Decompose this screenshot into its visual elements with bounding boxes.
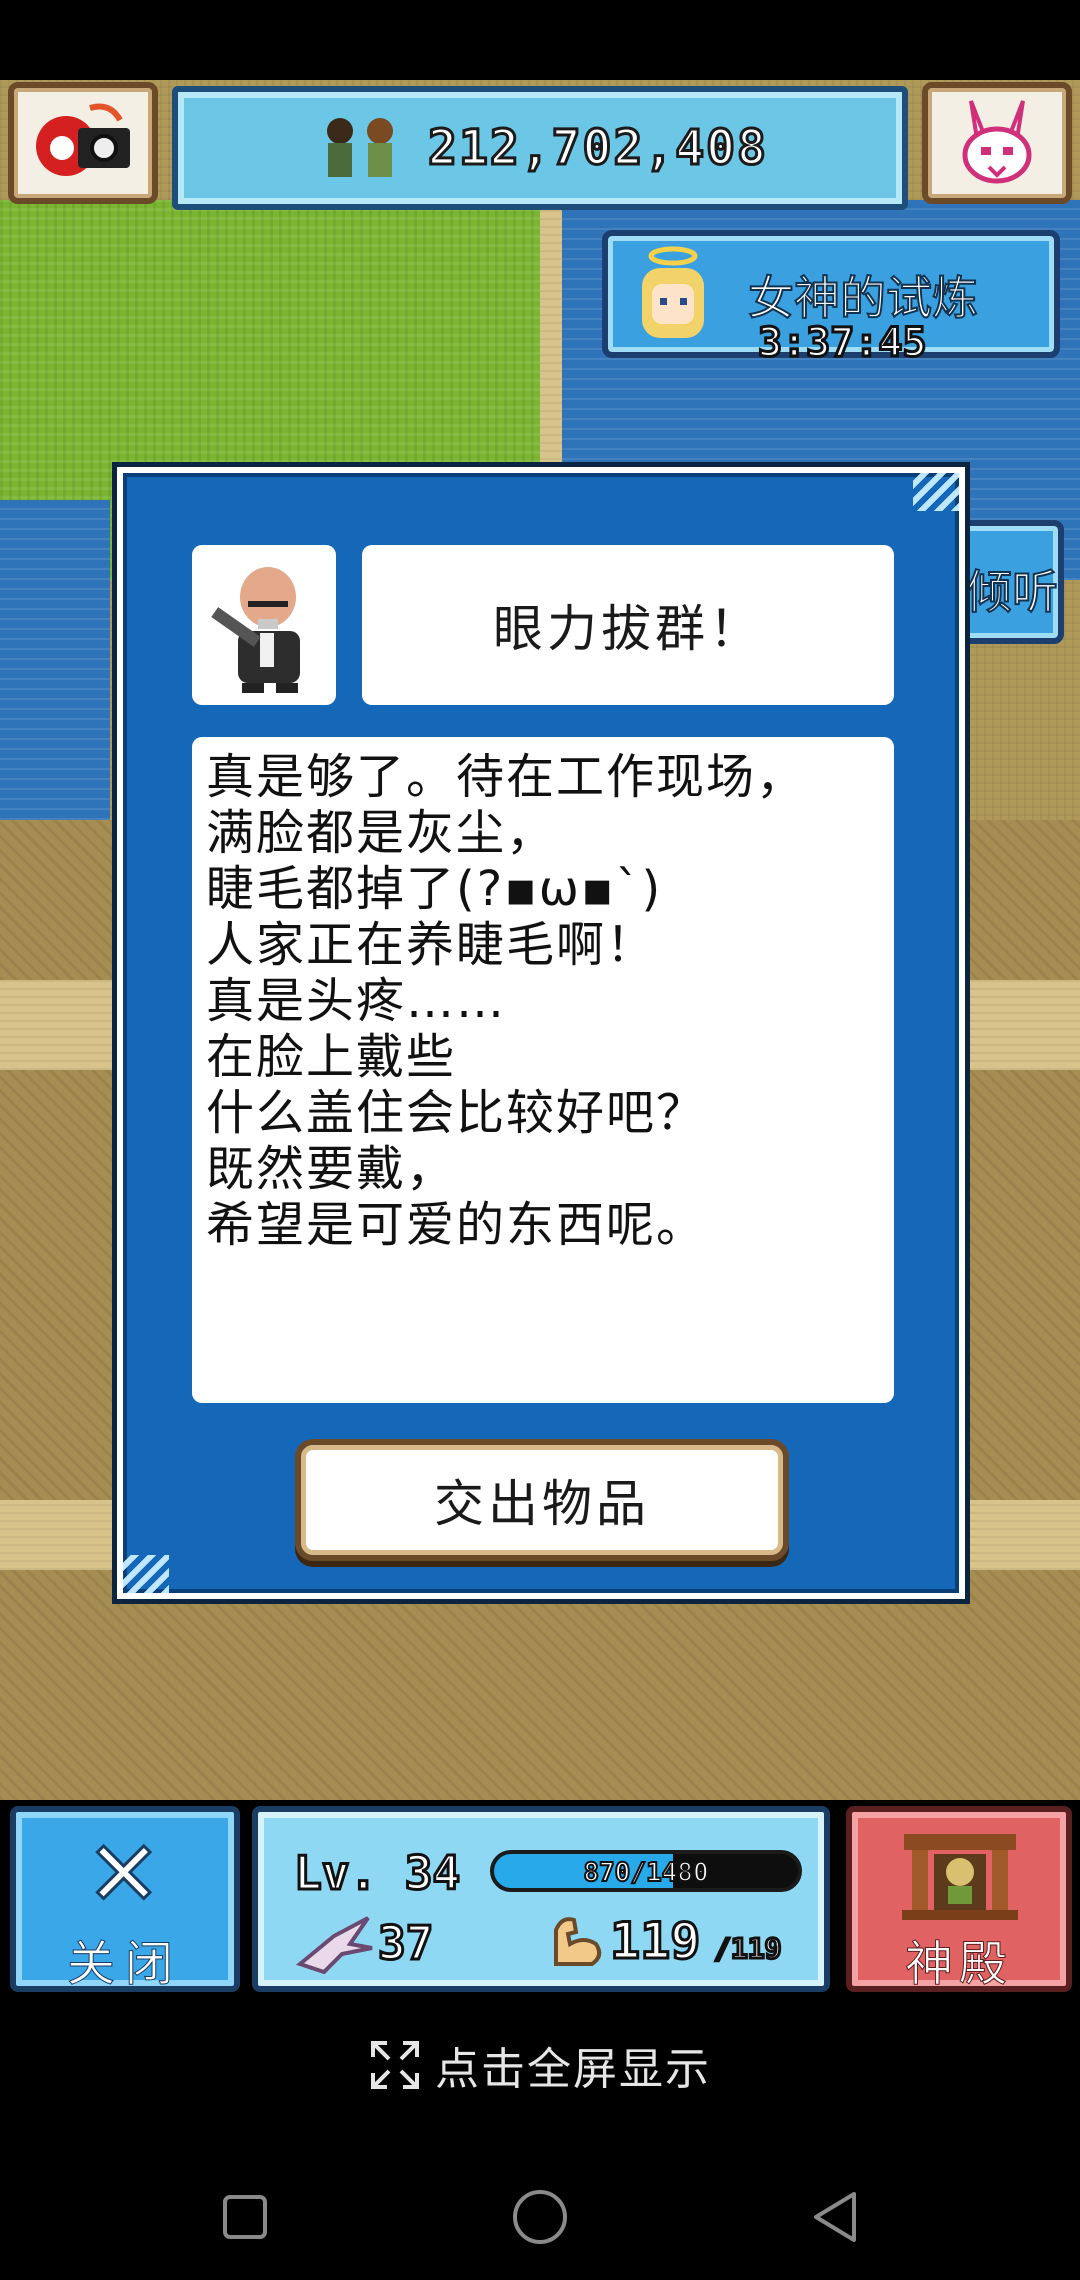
close-button[interactable]: ✕ 关闭 bbox=[10, 1806, 240, 1993]
listen-tab-label: 倾听 bbox=[965, 564, 1058, 620]
system-navigation-bar bbox=[0, 2150, 1080, 2280]
home-button[interactable] bbox=[505, 2182, 575, 2252]
message-line: 什么盖住会比较好吧？ bbox=[206, 1085, 707, 1141]
event-title: 女神的试炼 bbox=[747, 270, 979, 326]
message-line: 睫毛都掉了(?▪ω▪`) bbox=[206, 861, 663, 917]
flying-creature-icon bbox=[295, 1916, 373, 1974]
speed-value: 37 bbox=[376, 1915, 434, 1972]
fullscreen-hint-text: 点击全屏显示 bbox=[435, 2044, 711, 2095]
circle-icon bbox=[513, 2190, 567, 2244]
stamina-max: /119 bbox=[712, 1931, 782, 1967]
temple-label: 神殿 bbox=[904, 1936, 1013, 1993]
hand-over-item-label: 交出物品 bbox=[434, 1475, 650, 1533]
dialog-title: 眼力拔群！ bbox=[493, 600, 763, 658]
message-line: 真是够了。待在工作现场， bbox=[206, 749, 807, 805]
message-line: 人家正在养睫毛啊！ bbox=[206, 917, 657, 973]
river bbox=[0, 500, 110, 820]
hand-over-item-button[interactable]: 交出物品 bbox=[295, 1439, 789, 1561]
dialog-message: 真是够了。待在工作现场， 满脸都是灰尘， 睫毛都掉了(?▪ω▪`) 人家正在养睫… bbox=[192, 737, 894, 1403]
temple-button[interactable]: 神殿 bbox=[846, 1806, 1072, 1993]
quest-dialog: 眼力拔群！ 真是够了。待在工作现场， 满脸都是灰尘， 睫毛都掉了(?▪ω▪`) … bbox=[112, 462, 970, 1604]
npc-portrait bbox=[192, 545, 336, 705]
goddess-trial-event[interactable]: 女神的试炼 3:37:45 bbox=[602, 230, 1060, 368]
xp-bar: 870/1480 bbox=[490, 1850, 802, 1892]
message-line: 真是头疼…… bbox=[206, 973, 507, 1029]
dialog-title-box: 眼力拔群！ bbox=[362, 545, 894, 705]
back-button[interactable] bbox=[800, 2182, 870, 2252]
expand-icon bbox=[371, 2041, 419, 2089]
fullscreen-hint[interactable]: 点击全屏显示 bbox=[0, 2030, 1080, 2100]
close-icon: ✕ bbox=[84, 1822, 162, 1927]
square-icon bbox=[223, 2195, 267, 2239]
corner-decoration-top bbox=[913, 473, 959, 511]
camera-icon bbox=[36, 103, 130, 176]
xp-text: 870/1480 bbox=[582, 1857, 709, 1888]
stamina-value: 119 bbox=[608, 1911, 701, 1972]
message-line: 在脸上戴些 bbox=[206, 1029, 457, 1085]
goddess-avatar-icon bbox=[642, 246, 704, 338]
villagers-icon bbox=[327, 118, 394, 177]
bald-man-portrait-icon bbox=[211, 567, 300, 693]
population-count: 212,702,408 bbox=[427, 119, 768, 178]
player-status-panel: Lv. 34 870/1480 37 119 /119 bbox=[252, 1806, 830, 1992]
rabbit-mask-icon bbox=[962, 100, 1032, 184]
population-bar: 212,702,408 bbox=[172, 86, 908, 210]
message-line: 满脸都是灰尘， bbox=[206, 805, 557, 861]
message-line: 希望是可爱的东西呢。 bbox=[206, 1197, 707, 1253]
back-triangle-icon bbox=[814, 2192, 856, 2242]
close-label: 关闭 bbox=[66, 1936, 183, 1993]
recent-apps-button[interactable] bbox=[210, 2182, 280, 2252]
level-text: Lv. 34 bbox=[292, 1845, 461, 1902]
muscle-arm-icon bbox=[554, 1917, 602, 1966]
temple-icon bbox=[902, 1834, 1018, 1920]
message-line: 既然要戴， bbox=[206, 1141, 457, 1197]
camera-button[interactable] bbox=[8, 82, 158, 204]
corner-decoration-bottom bbox=[123, 1555, 169, 1593]
event-timer: 3:37:45 bbox=[757, 319, 929, 368]
rabbit-menu-button[interactable] bbox=[922, 82, 1072, 204]
